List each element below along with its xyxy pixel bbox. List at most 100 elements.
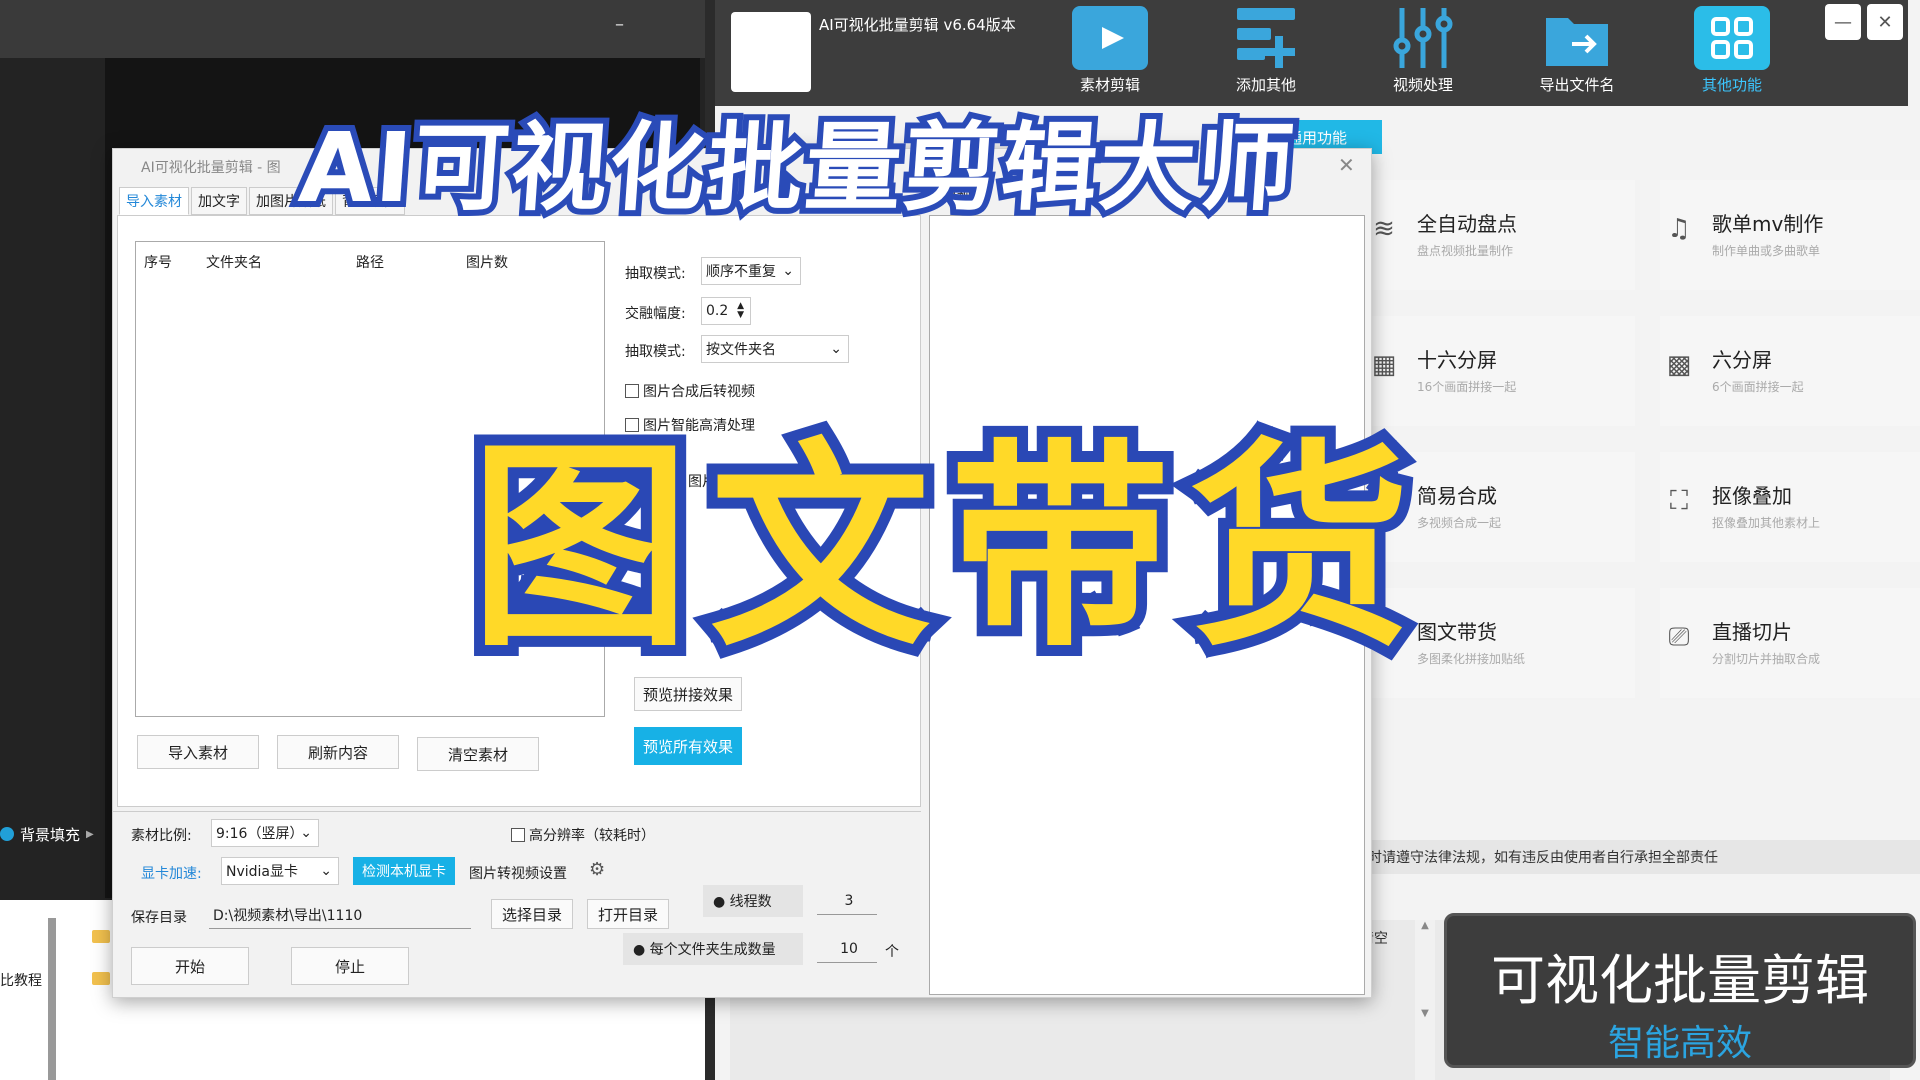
app-title: AI可视化批量剪辑 v6.64版本 xyxy=(819,16,1016,34)
card-subtitle: 16个画面拼接一起 xyxy=(1417,380,1517,394)
sliders-icon xyxy=(1385,6,1461,70)
extract-mode-label: 抽取模式: xyxy=(625,266,686,282)
divider xyxy=(113,811,921,812)
gear-icon[interactable]: ⚙ xyxy=(589,859,605,880)
clear-material-button[interactable]: 清空素材 xyxy=(417,737,539,771)
nav-video-process-button[interactable]: 视频处理 xyxy=(1368,6,1478,106)
nav-other-functions-button[interactable]: 其他功能 xyxy=(1677,6,1787,106)
music-doc-icon: ♫ xyxy=(1667,214,1691,244)
close-icon[interactable]: ✕ xyxy=(1338,153,1355,177)
camera-icon: ⎚ xyxy=(1668,621,1690,652)
img2video-settings-label[interactable]: 图片转视频设置 xyxy=(469,863,567,883)
card-playlist-mv[interactable]: ♫ 歌单mv制作 制作单曲或多曲歌单 xyxy=(1660,180,1920,290)
card-auto-inventory[interactable]: ≋ 全自动盘点 盘点视频批量制作 xyxy=(1365,180,1635,290)
chevron-down-icon: ⌄ xyxy=(782,263,794,279)
gpu-label: 显卡加速: xyxy=(141,866,202,882)
card-title: 六分屏 xyxy=(1712,348,1772,372)
checkbox-box[interactable] xyxy=(511,828,525,842)
card-live-slice[interactable]: ⎚ 直播切片 分割切片并抽取合成 xyxy=(1660,588,1920,698)
gpu-select[interactable]: Nvidia显卡 ⌄ xyxy=(221,857,339,885)
threads-label: ● 线程数 xyxy=(703,885,803,917)
card-subtitle: 6个画面拼接一起 xyxy=(1712,380,1804,394)
add-stack-icon xyxy=(1228,6,1304,70)
save-dir-input[interactable]: D:\视频素材\导出\1110 xyxy=(209,901,471,929)
nav-label: 导出文件名 xyxy=(1539,76,1615,94)
close-button[interactable]: ✕ xyxy=(1867,4,1903,40)
hires-checkbox[interactable]: 高分辨率（较耗时） xyxy=(511,825,655,845)
nav-label: 视频处理 xyxy=(1392,76,1453,94)
legal-notice: 文件时请遵守法律法规，如有违反由使用者自行承担全部责任 xyxy=(1330,840,1920,874)
chevron-right-icon: ▶ xyxy=(86,828,94,840)
import-material-button[interactable]: 导入素材 xyxy=(137,735,259,769)
ratio-select[interactable]: 9:16（竖屏） ⌄ xyxy=(211,819,319,847)
export-folder-icon xyxy=(1539,6,1615,70)
card-subtitle: 多图柔化拼接加贴纸 xyxy=(1417,652,1526,666)
scrollbar[interactable]: ▲ ▼ xyxy=(1415,920,1435,1080)
stop-button[interactable]: 停止 xyxy=(291,947,409,985)
folder-icon[interactable] xyxy=(92,972,110,985)
scrollbar[interactable] xyxy=(48,918,56,1080)
per-folder-input[interactable]: 10 xyxy=(817,935,877,963)
overlay-big-text: 图文带货 xyxy=(459,409,1431,687)
sidebar-item-background-fill[interactable]: 背景填充 ▶ xyxy=(0,822,105,846)
detect-gpu-button[interactable]: 检测本机显卡 xyxy=(353,857,455,885)
nav-label: 其他功能 xyxy=(1701,76,1762,94)
choose-dir-button[interactable]: 选择目录 xyxy=(491,899,573,929)
card-6-split[interactable]: ▩ 六分屏 6个画面拼接一起 xyxy=(1660,316,1920,426)
background-titlebar xyxy=(0,0,705,58)
tab-import[interactable]: 导入素材 xyxy=(119,187,189,215)
dialog-title: AI可视化批量剪辑 - 图 xyxy=(141,160,281,176)
folder-icon[interactable] xyxy=(92,930,110,943)
extract-mode-select[interactable]: 顺序不重复 ⌄ xyxy=(701,257,801,285)
select-value: 9:16（竖屏） xyxy=(216,826,304,842)
select-value: Nvidia显卡 xyxy=(226,864,299,880)
tab-add-text[interactable]: 加文字 xyxy=(191,187,247,215)
explorer-item-label[interactable]: 比教程 xyxy=(0,970,42,990)
column-header[interactable]: 路径 xyxy=(356,252,384,272)
per-folder-unit: 个 xyxy=(885,944,899,960)
promo-title: 可视化批量剪辑 xyxy=(1491,949,1869,1012)
start-button[interactable]: 开始 xyxy=(131,947,249,985)
card-title: 直播切片 xyxy=(1712,620,1792,644)
grid-apps-icon xyxy=(1694,6,1770,70)
chevron-down-icon: ⌄ xyxy=(300,825,312,841)
minimize-button[interactable]: — xyxy=(1825,4,1861,40)
card-subtitle: 盘点视频批量制作 xyxy=(1417,244,1514,258)
promo-banner: 可视化批量剪辑 智能高效 xyxy=(1444,913,1916,1068)
promo-subtitle: 智能高效 xyxy=(1607,1023,1752,1064)
minimize-icon[interactable]: – xyxy=(615,14,633,35)
save-dir-label: 保存目录 xyxy=(131,910,187,926)
portrait-icon: ⛶ xyxy=(1669,485,1689,516)
extract-mode2-label: 抽取模式: xyxy=(625,344,686,360)
column-header[interactable]: 图片数 xyxy=(466,252,508,272)
overlay-title: AI可视化批量剪辑大师 xyxy=(289,106,1305,230)
refresh-button[interactable]: 刷新内容 xyxy=(277,735,399,769)
select-value: 按文件夹名 xyxy=(706,342,776,358)
grid6-icon: ▩ xyxy=(1666,350,1692,380)
card-title: 十六分屏 xyxy=(1417,348,1497,372)
ratio-label: 素材比例: xyxy=(131,828,192,844)
card-title: 歌单mv制作 xyxy=(1712,212,1824,236)
blend-stepper[interactable]: 0.2 ▲ ▼ xyxy=(701,297,751,325)
card-subtitle: 制作单曲或多曲歌单 xyxy=(1712,244,1821,258)
extract-mode2-select[interactable]: 按文件夹名 ⌄ xyxy=(701,335,849,363)
card-subtitle: 抠像叠加其他素材上 xyxy=(1712,516,1821,530)
card-title: 全自动盘点 xyxy=(1417,212,1517,236)
select-value: 顺序不重复 xyxy=(706,264,776,280)
open-dir-button[interactable]: 打开目录 xyxy=(587,899,669,929)
card-subtitle: 分割切片并抽取合成 xyxy=(1712,652,1821,666)
chevron-down-icon: ⌄ xyxy=(320,863,332,879)
film-clapper-icon xyxy=(1072,6,1148,70)
nav-export-filename-button[interactable]: 导出文件名 xyxy=(1522,6,1632,106)
column-header[interactable]: 文件夹名 xyxy=(206,252,262,272)
column-header[interactable]: 序号 xyxy=(144,252,172,272)
checkbox-label: 高分辨率（较耗时） xyxy=(529,828,655,844)
blend-label: 交融幅度: xyxy=(625,306,686,322)
threads-input[interactable]: 3 xyxy=(817,887,877,915)
card-portrait-overlay[interactable]: ⛶ 抠像叠加 抠像叠加其他素材上 xyxy=(1660,452,1920,562)
app-logo xyxy=(731,12,811,92)
chevron-down-icon: ⌄ xyxy=(830,341,842,357)
preview-all-button[interactable]: 预览所有效果 xyxy=(634,727,742,765)
stepper-value: 0.2 xyxy=(706,303,729,319)
stepper-arrows-icon[interactable]: ▲ ▼ xyxy=(737,302,744,320)
